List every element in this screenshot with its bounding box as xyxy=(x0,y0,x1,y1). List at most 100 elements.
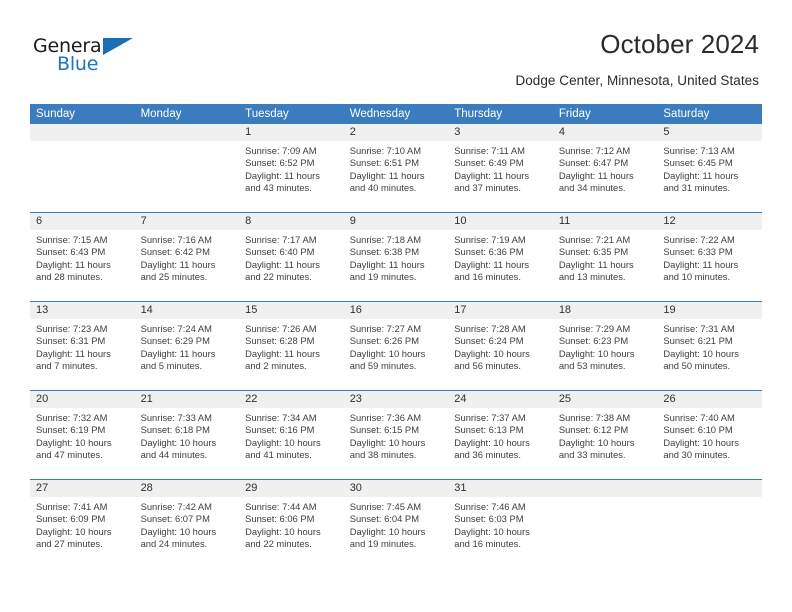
calendar-day-cell[interactable]: 17 Sunrise: 7:28 AM Sunset: 6:24 PM Dayligh… xyxy=(448,302,553,390)
daylight-text-line2: and 30 minutes. xyxy=(663,449,731,461)
sunset-text: Sunset: 6:31 PM xyxy=(36,335,106,347)
sunset-text: Sunset: 6:43 PM xyxy=(36,246,106,258)
day-details: Sunrise: 7:42 AM Sunset: 6:07 PM Daylight:… xyxy=(135,497,240,551)
location-subtitle: Dodge Center, Minnesota, United States xyxy=(515,73,759,88)
sunrise-text: Sunrise: 7:29 AM xyxy=(558,323,631,334)
sunset-text: Sunset: 6:42 PM xyxy=(140,246,210,258)
daylight-text-line2: and 2 minutes. xyxy=(245,360,307,372)
sunrise-text: Sunrise: 7:11 AM xyxy=(454,145,525,156)
calendar-page: General Blue October 2024 Dodge Center, … xyxy=(0,0,792,612)
sunset-text: Sunset: 6:45 PM xyxy=(663,157,733,169)
calendar-day-cell[interactable]: 31 Sunrise: 7:46 AM Sunset: 6:03 PM Dayligh… xyxy=(448,480,553,568)
day-number: 19 xyxy=(657,302,762,319)
calendar-day-cell[interactable]: 7 Sunrise: 7:16 AM Sunset: 6:42 PM Daylight… xyxy=(134,213,240,301)
calendar-day-cell[interactable]: 3 Sunrise: 7:11 AM Sunset: 6:49 PM Daylight… xyxy=(448,124,553,212)
daylight-text-line2: and 31 minutes. xyxy=(663,182,731,194)
calendar-day-cell[interactable]: 4 Sunrise: 7:12 AM Sunset: 6:47 PM Daylight… xyxy=(552,124,658,212)
day-number: 31 xyxy=(448,480,553,497)
calendar-day-cell-empty xyxy=(552,480,658,568)
day-details: Sunrise: 7:44 AM Sunset: 6:06 PM Daylight:… xyxy=(239,497,344,551)
daylight-text-line2: and 10 minutes. xyxy=(663,271,731,283)
calendar-day-cell[interactable]: 18 Sunrise: 7:29 AM Sunset: 6:23 PM Dayligh… xyxy=(552,302,658,390)
sunset-text: Sunset: 6:36 PM xyxy=(454,246,524,258)
sunset-text: Sunset: 6:24 PM xyxy=(454,335,524,347)
daylight-text-line1: Daylight: 10 hours xyxy=(349,525,426,537)
calendar-day-cell[interactable]: 19 Sunrise: 7:31 AM Sunset: 6:21 PM Dayligh… xyxy=(657,302,762,390)
generalblue-logo[interactable]: General Blue xyxy=(33,36,153,82)
sunset-text: Sunset: 6:23 PM xyxy=(558,335,629,347)
sunrise-text: Sunrise: 7:23 AM xyxy=(36,323,108,334)
sunrise-text: Sunrise: 7:19 AM xyxy=(454,234,526,245)
calendar-weeks: 1 Sunrise: 7:09 AM Sunset: 6:52 PM Daylight… xyxy=(30,124,762,568)
sunset-text: Sunset: 6:06 PM xyxy=(245,513,315,525)
daylight-text-line1: Daylight: 11 hours xyxy=(245,347,320,359)
daylight-text-line1: Daylight: 10 hours xyxy=(558,436,635,448)
calendar-day-cell[interactable]: 26 Sunrise: 7:40 AM Sunset: 6:10 PM Dayligh… xyxy=(657,391,762,479)
sunset-text: Sunset: 6:18 PM xyxy=(140,424,210,436)
day-details: Sunrise: 7:38 AM Sunset: 6:12 PM Daylight:… xyxy=(553,408,658,462)
daylight-text-line2: and 50 minutes. xyxy=(663,360,731,372)
day-details: Sunrise: 7:21 AM Sunset: 6:35 PM Daylight:… xyxy=(553,230,658,284)
day-details: Sunrise: 7:09 AM Sunset: 6:52 PM Daylight:… xyxy=(239,141,344,195)
sunset-text: Sunset: 6:52 PM xyxy=(245,157,315,169)
day-details: Sunrise: 7:29 AM Sunset: 6:23 PM Daylight:… xyxy=(553,319,658,373)
daylight-text-line2: and 44 minutes. xyxy=(140,449,208,461)
calendar-day-cell[interactable]: 13 Sunrise: 7:23 AM Sunset: 6:31 PM Dayligh… xyxy=(30,302,135,390)
sunrise-text: Sunrise: 7:16 AM xyxy=(140,234,212,245)
calendar-day-cell[interactable]: 23 Sunrise: 7:36 AM Sunset: 6:15 PM Dayligh… xyxy=(343,391,449,479)
sunrise-text: Sunrise: 7:36 AM xyxy=(349,412,422,423)
sunset-text: Sunset: 6:07 PM xyxy=(140,513,210,525)
calendar-day-cell[interactable]: 27 Sunrise: 7:41 AM Sunset: 6:09 PM Dayligh… xyxy=(30,480,135,568)
daylight-text-line1: Daylight: 10 hours xyxy=(558,347,635,359)
logo-triangle-icon xyxy=(103,38,133,55)
day-details: Sunrise: 7:12 AM Sunset: 6:47 PM Daylight:… xyxy=(553,141,658,195)
sunset-text: Sunset: 6:19 PM xyxy=(36,424,106,436)
daylight-text-line1: Daylight: 11 hours xyxy=(245,258,320,270)
calendar-day-cell[interactable]: 9 Sunrise: 7:18 AM Sunset: 6:38 PM Daylight… xyxy=(343,213,449,301)
sunrise-text: Sunrise: 7:22 AM xyxy=(663,234,735,245)
calendar-day-cell[interactable]: 25 Sunrise: 7:38 AM Sunset: 6:12 PM Dayligh… xyxy=(552,391,658,479)
daylight-text-line2: and 27 minutes. xyxy=(36,538,103,550)
day-details: Sunrise: 7:37 AM Sunset: 6:13 PM Daylight:… xyxy=(448,408,553,462)
day-number: 7 xyxy=(134,213,240,230)
daylight-text-line2: and 22 minutes. xyxy=(245,271,312,283)
calendar-day-cell[interactable]: 11 Sunrise: 7:21 AM Sunset: 6:35 PM Dayligh… xyxy=(552,213,658,301)
calendar-day-cell[interactable]: 5 Sunrise: 7:13 AM Sunset: 6:45 PM Daylight… xyxy=(657,124,762,212)
sunrise-text: Sunrise: 7:40 AM xyxy=(663,412,735,423)
calendar-day-cell[interactable]: 21 Sunrise: 7:33 AM Sunset: 6:18 PM Dayligh… xyxy=(134,391,240,479)
calendar-day-cell[interactable]: 24 Sunrise: 7:37 AM Sunset: 6:13 PM Dayligh… xyxy=(448,391,553,479)
daylight-text-line2: and 33 minutes. xyxy=(558,449,626,461)
daylight-text-line1: Daylight: 10 hours xyxy=(245,436,321,448)
day-details: Sunrise: 7:28 AM Sunset: 6:24 PM Daylight:… xyxy=(448,319,553,373)
sunset-text: Sunset: 6:49 PM xyxy=(454,157,524,169)
calendar-week-row: 1 Sunrise: 7:09 AM Sunset: 6:52 PM Daylight… xyxy=(30,124,762,212)
calendar-week-row: 20 Sunrise: 7:32 AM Sunset: 6:19 PM Dayligh… xyxy=(30,390,762,479)
weekday-header-thursday: Thursday xyxy=(448,104,553,124)
weekday-header-row: Sunday Monday Tuesday Wednesday Thursday Frid… xyxy=(30,104,762,124)
calendar-day-cell[interactable]: 29 Sunrise: 7:44 AM Sunset: 6:06 PM Dayligh… xyxy=(239,480,344,568)
calendar-day-cell[interactable]: 10 Sunrise: 7:19 AM Sunset: 6:36 PM Dayligh… xyxy=(448,213,553,301)
weekday-header-wednesday: Wednesday xyxy=(343,104,449,124)
calendar-day-cell[interactable]: 30 Sunrise: 7:45 AM Sunset: 6:04 PM Dayligh… xyxy=(343,480,449,568)
calendar-day-cell[interactable]: 15 Sunrise: 7:26 AM Sunset: 6:28 PM Dayligh… xyxy=(239,302,344,390)
calendar-day-cell[interactable]: 8 Sunrise: 7:17 AM Sunset: 6:40 PM Daylight… xyxy=(239,213,344,301)
calendar-day-cell[interactable]: 1 Sunrise: 7:09 AM Sunset: 6:52 PM Daylight… xyxy=(239,124,344,212)
calendar-day-cell[interactable]: 28 Sunrise: 7:42 AM Sunset: 6:07 PM Dayligh… xyxy=(134,480,240,568)
daylight-text-line1: Daylight: 11 hours xyxy=(663,169,739,181)
calendar-table: Sunday Monday Tuesday Wednesday Thursday Frid… xyxy=(30,104,762,568)
calendar-day-cell[interactable]: 12 Sunrise: 7:22 AM Sunset: 6:33 PM Dayligh… xyxy=(657,213,762,301)
day-details: Sunrise: 7:31 AM Sunset: 6:21 PM Daylight:… xyxy=(657,319,762,373)
calendar-day-cell[interactable]: 16 Sunrise: 7:27 AM Sunset: 6:26 PM Dayligh… xyxy=(343,302,449,390)
calendar-day-cell[interactable]: 14 Sunrise: 7:24 AM Sunset: 6:29 PM Dayligh… xyxy=(134,302,240,390)
daylight-text-line2: and 59 minutes. xyxy=(349,360,417,372)
daylight-text-line2: and 22 minutes. xyxy=(245,538,312,550)
calendar-day-cell[interactable]: 6 Sunrise: 7:15 AM Sunset: 6:43 PM Daylight… xyxy=(30,213,135,301)
daylight-text-line1: Daylight: 10 hours xyxy=(36,436,112,448)
calendar-day-cell[interactable]: 20 Sunrise: 7:32 AM Sunset: 6:19 PM Dayligh… xyxy=(30,391,135,479)
day-details: Sunrise: 7:33 AM Sunset: 6:18 PM Daylight:… xyxy=(135,408,240,462)
calendar-day-cell[interactable]: 2 Sunrise: 7:10 AM Sunset: 6:51 PM Daylight… xyxy=(343,124,449,212)
calendar-day-cell[interactable]: 22 Sunrise: 7:34 AM Sunset: 6:16 PM Dayligh… xyxy=(239,391,344,479)
sunrise-text: Sunrise: 7:41 AM xyxy=(36,501,108,512)
sunrise-text: Sunrise: 7:18 AM xyxy=(349,234,422,245)
day-number: 27 xyxy=(30,480,135,497)
